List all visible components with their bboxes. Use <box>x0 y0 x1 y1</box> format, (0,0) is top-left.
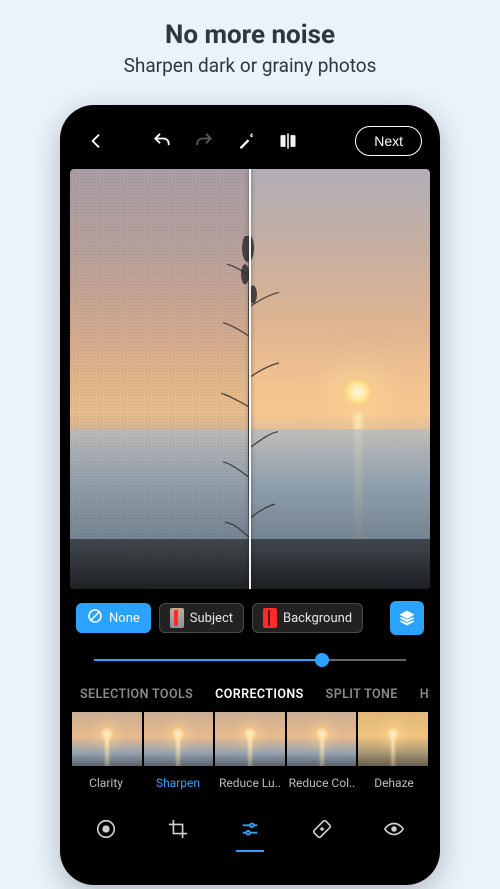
back-icon[interactable] <box>78 123 114 159</box>
after-half <box>250 169 430 589</box>
tab-selection-tools[interactable]: SELECTION TOOLS <box>80 687 193 702</box>
tab-hsl[interactable]: HSL <box>420 687 430 702</box>
thumb-reduce-luminance[interactable] <box>215 712 285 766</box>
mask-subject-button[interactable]: Subject <box>159 603 244 633</box>
promo-subtitle: Sharpen dark or grainy photos <box>124 54 377 77</box>
undo-icon[interactable] <box>144 123 180 159</box>
next-button[interactable]: Next <box>355 126 422 156</box>
edit-category-tabs: SELECTION TOOLS CORRECTIONS SPLIT TONE H… <box>70 673 430 712</box>
label-dehaze: Dehaze <box>358 776 430 790</box>
promo-title: No more noise <box>165 20 335 50</box>
bottom-nav <box>70 802 430 854</box>
label-clarity: Clarity <box>70 776 142 790</box>
compare-divider[interactable] <box>249 169 251 589</box>
mask-background-button[interactable]: Background <box>252 603 363 633</box>
label-sharpen: Sharpen <box>142 776 214 790</box>
mask-background-label: Background <box>283 611 352 626</box>
phone-frame: Next <box>60 105 440 885</box>
thumb-reduce-color[interactable] <box>287 712 357 766</box>
nav-heal-icon[interactable] <box>302 812 342 846</box>
correction-labels: Clarity Sharpen Reduce Lu.. Reduce Col..… <box>70 766 430 802</box>
label-reduce-luminance: Reduce Lu.. <box>214 776 286 790</box>
auto-enhance-icon[interactable] <box>228 123 264 159</box>
intensity-slider-row <box>70 635 430 673</box>
intensity-slider[interactable] <box>94 653 406 667</box>
tab-corrections[interactable]: CORRECTIONS <box>215 687 304 702</box>
label-reduce-color: Reduce Col.. <box>286 776 358 790</box>
nav-adjust-icon[interactable] <box>230 812 270 846</box>
thumb-dehaze[interactable] <box>358 712 428 766</box>
correction-thumbnails <box>70 712 430 766</box>
background-thumb-icon <box>263 608 277 628</box>
mask-none-label: None <box>109 611 140 626</box>
mask-none-button[interactable]: None <box>76 603 151 633</box>
none-icon <box>87 608 103 628</box>
thumb-sharpen[interactable] <box>144 712 214 766</box>
subject-thumb-icon <box>170 608 184 628</box>
nav-redeye-icon[interactable] <box>374 812 414 846</box>
nav-looks-icon[interactable] <box>86 812 126 846</box>
thumb-clarity[interactable] <box>72 712 142 766</box>
photo-preview[interactable] <box>70 169 430 589</box>
tab-split-tone[interactable]: SPLIT TONE <box>326 687 398 702</box>
layers-button[interactable] <box>390 601 424 635</box>
mask-selector-row: None Subject Background <box>70 589 430 635</box>
compare-icon[interactable] <box>270 123 306 159</box>
nav-crop-icon[interactable] <box>158 812 198 846</box>
before-half <box>70 169 250 589</box>
top-toolbar: Next <box>70 119 430 163</box>
mask-subject-label: Subject <box>190 611 233 626</box>
redo-icon[interactable] <box>186 123 222 159</box>
